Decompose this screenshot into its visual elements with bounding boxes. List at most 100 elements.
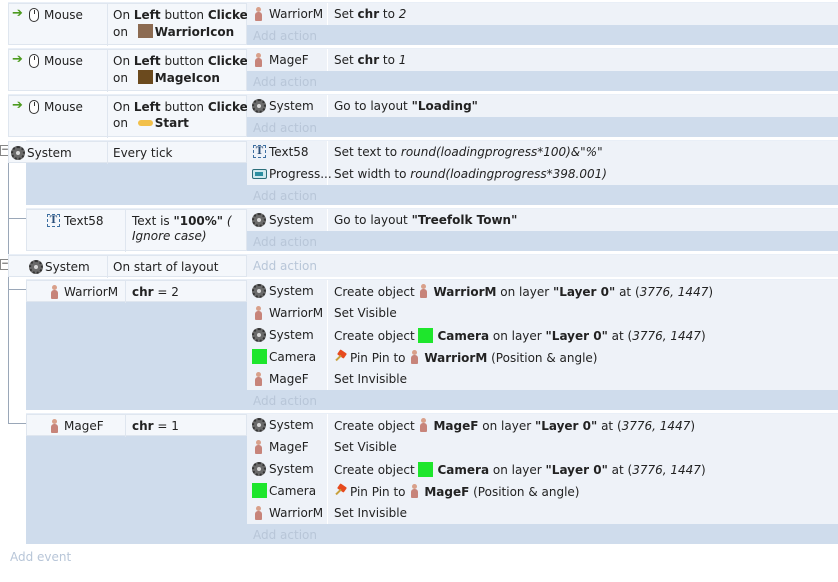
condition[interactable]: System On start of layout xyxy=(8,255,247,278)
condition-text: Every tick xyxy=(113,146,173,160)
warrior-sprite-icon xyxy=(253,506,264,520)
condition-object: Mouse xyxy=(44,8,83,22)
action-row[interactable]: System Go to layout "Treefolk Town" xyxy=(247,209,838,231)
action-row[interactable]: System Create object MageF on layer "Lay… xyxy=(247,414,838,436)
action-object: Progress... xyxy=(269,167,332,181)
action-text: Set Invisible xyxy=(334,372,408,386)
action-row[interactable]: System Create object Camera on layer "La… xyxy=(247,324,838,346)
add-action-link[interactable]: Add action xyxy=(253,75,317,89)
action-text: Create object Camera on layer "Layer 0" … xyxy=(334,328,706,343)
add-action-link[interactable]: Add action xyxy=(253,394,317,408)
action-text: Go to layout "Treefolk Town" xyxy=(334,213,518,227)
action-object: WarriorM xyxy=(269,506,324,520)
mouse-icon xyxy=(29,54,39,68)
mouse-icon xyxy=(29,100,39,114)
run-arrow-icon: ➔ xyxy=(12,52,23,67)
action-text: Set width to round(loadingprogress*398.0… xyxy=(334,167,607,181)
event-row[interactable]: System Every tick T Text58 Set text to r… xyxy=(8,140,838,205)
action-row[interactable]: WarriorM Set Invisible xyxy=(247,502,838,524)
condition-block[interactable]: ➔ Mouse On Left button Clicked on Warrio… xyxy=(8,3,256,46)
green-swatch-icon xyxy=(418,328,434,343)
action-text: Create object WarriorM on layer "Layer 0… xyxy=(334,284,714,299)
tree-tick xyxy=(8,289,26,290)
action-row[interactable]: WarriorM Set Visible xyxy=(247,302,838,324)
action-text: Set Visible xyxy=(334,440,397,454)
condition[interactable]: ➔ Mouse On Left button Clicked on MageIc… xyxy=(8,49,256,92)
gear-icon xyxy=(252,284,266,298)
action-object: System xyxy=(269,213,314,227)
action-row[interactable]: Camera Pin Pin to WarriorM (Position & a… xyxy=(247,346,838,368)
run-arrow-icon: ➔ xyxy=(12,98,23,113)
green-swatch-icon xyxy=(252,483,267,498)
run-arrow-icon: ➔ xyxy=(12,6,23,21)
add-action-link[interactable]: Add action xyxy=(253,121,317,135)
sub-event-row[interactable]: T Text58 Text is "100%" ( Ignore case) S… xyxy=(26,208,838,252)
add-action-link[interactable]: Add action xyxy=(253,528,317,542)
action-row[interactable]: System Create object WarriorM on layer "… xyxy=(247,280,838,302)
action-object: MageF xyxy=(269,372,309,386)
gear-icon xyxy=(252,213,266,227)
mage-sprite-icon xyxy=(49,419,60,433)
action-text: Set text to round(loadingprogress*100)&"… xyxy=(334,145,603,159)
action-row[interactable]: WarriorM Set chr to 2 xyxy=(247,3,838,25)
condition[interactable]: ➔ Mouse On Left button Clicked on Start xyxy=(8,95,256,138)
condition[interactable]: WarriorM chr = 2 xyxy=(26,280,247,303)
condition-object: Mouse xyxy=(44,54,83,68)
action-text: Pin Pin to MageF (Position & angle) xyxy=(334,484,579,499)
action-row[interactable]: MageF Set Visible xyxy=(247,436,838,458)
condition[interactable]: System Every tick xyxy=(8,141,247,164)
add-event-link[interactable]: Add event xyxy=(10,550,71,564)
sub-event-row[interactable]: WarriorM chr = 2 System Create object Wa… xyxy=(26,279,838,410)
action-text: Set chr to 1 xyxy=(334,53,407,67)
condition-text: On Left button Clicked xyxy=(113,54,257,68)
action-row[interactable]: Progress... Set width to round(loadingpr… xyxy=(247,163,838,185)
action-text: Go to layout "Loading" xyxy=(334,99,478,113)
condition-object: WarriorM xyxy=(64,285,119,299)
add-action-link[interactable]: Add action xyxy=(253,259,317,273)
mage-sprite-icon xyxy=(418,418,429,432)
event-row[interactable]: ➔ Mouse On Left button Clicked on Start … xyxy=(8,94,838,138)
tree-tick xyxy=(8,218,26,219)
add-action-link[interactable]: Add action xyxy=(253,29,317,43)
action-row[interactable]: System Go to layout "Loading" xyxy=(247,95,838,117)
action-object: Camera xyxy=(269,350,317,364)
action-row[interactable]: Camera Pin Pin to MageF (Position & angl… xyxy=(247,480,838,502)
action-text: Set Invisible xyxy=(334,506,408,520)
mage-sprite-icon xyxy=(253,53,264,67)
mage-sprite-icon xyxy=(253,372,264,386)
action-object: System xyxy=(269,418,314,432)
action-object: MageF xyxy=(269,53,309,67)
condition-object: Mouse xyxy=(44,100,83,114)
condition-object: MageF xyxy=(64,419,104,433)
action-row[interactable]: MageF Set chr to 1 xyxy=(247,49,838,71)
warrior-sprite-icon xyxy=(418,284,429,298)
warrior-sprite-icon xyxy=(253,306,264,320)
action-object: WarriorM xyxy=(269,306,324,320)
gear-icon xyxy=(252,99,266,113)
tree-line xyxy=(8,274,9,424)
condition-text: on Start xyxy=(113,116,189,130)
condition-text: chr = 1 xyxy=(132,419,179,433)
condition[interactable]: MageF chr = 1 xyxy=(26,414,247,437)
green-swatch-icon xyxy=(252,349,267,364)
warrior-sprite-icon xyxy=(409,350,420,364)
action-row[interactable]: MageF Set Invisible xyxy=(247,368,838,390)
progress-bar-icon xyxy=(252,169,267,179)
event-row[interactable]: System On start of layout Add action xyxy=(8,254,838,278)
condition[interactable]: ➔ Mouse On Left button Clicked on Warrio… xyxy=(8,3,256,46)
start-button-swatch xyxy=(137,120,153,126)
add-action-link[interactable]: Add action xyxy=(253,235,317,249)
condition-text: on WarriorIcon xyxy=(113,24,235,39)
event-row[interactable]: ➔ Mouse On Left button Clicked on Warrio… xyxy=(8,2,838,46)
action-object: System xyxy=(269,462,314,476)
gear-icon xyxy=(11,146,25,160)
event-row[interactable]: ➔ Mouse On Left button Clicked on MageIc… xyxy=(8,48,838,92)
condition-text: On Left button Clicked xyxy=(113,8,257,22)
condition[interactable]: T Text58 Text is "100%" ( Ignore case) xyxy=(26,209,247,252)
action-row[interactable]: T Text58 Set text to round(loadingprogre… xyxy=(247,141,838,163)
add-action-link[interactable]: Add action xyxy=(253,189,317,203)
warrior-sprite-icon xyxy=(49,285,60,299)
action-row[interactable]: System Create object Camera on layer "La… xyxy=(247,458,838,480)
sub-event-row[interactable]: MageF chr = 1 System Create object MageF… xyxy=(26,413,838,544)
text-icon: T xyxy=(253,145,266,158)
